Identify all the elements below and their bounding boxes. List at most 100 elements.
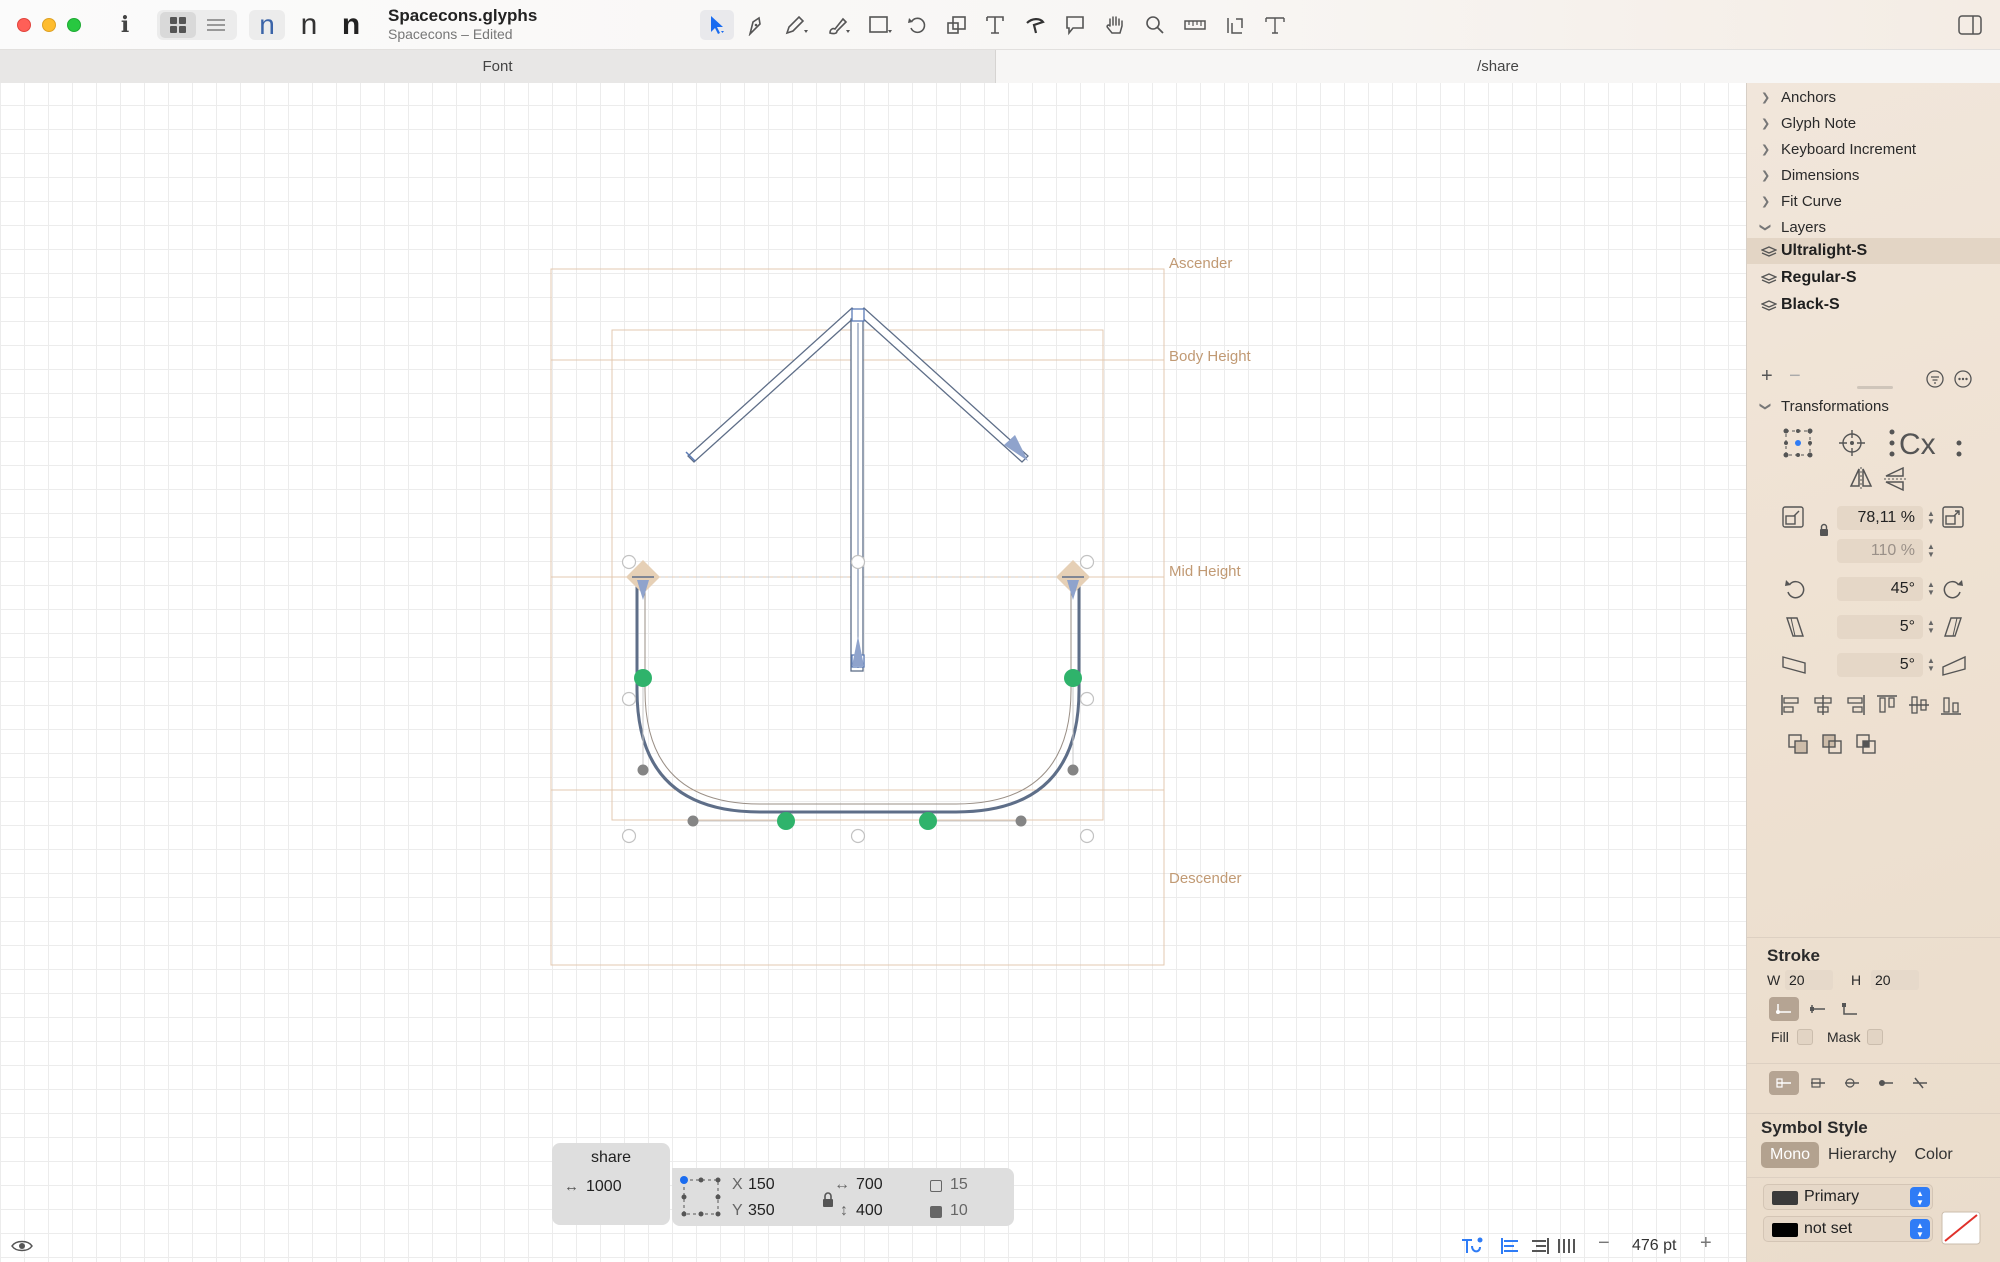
zoom-level[interactable]: 476 pt xyxy=(1632,1237,1676,1255)
lock-icon[interactable] xyxy=(1819,523,1829,537)
y-value[interactable]: 350 xyxy=(748,1202,775,1220)
layer-item-ultralight[interactable]: Ultralight-S xyxy=(1747,238,2000,264)
stroke-position-right-button[interactable] xyxy=(1835,997,1865,1021)
cap-style-square-button[interactable] xyxy=(1803,1071,1833,1095)
union-icon[interactable] xyxy=(1787,733,1809,755)
selection-bounds-origin-icon[interactable] xyxy=(1783,428,1813,458)
weight-preview-bold[interactable]: n xyxy=(334,8,368,42)
section-anchors[interactable]: ❯ Anchors xyxy=(1747,85,2000,109)
scale-down-icon[interactable] xyxy=(1781,505,1805,529)
stroke-position-left-button[interactable] xyxy=(1803,997,1833,1021)
rotate-field[interactable]: 45° xyxy=(1837,577,1923,601)
justify-columns-icon[interactable] xyxy=(1556,1236,1576,1256)
type-tool[interactable] xyxy=(1258,10,1292,40)
section-transformations[interactable]: ❯ Transformations xyxy=(1747,394,2000,418)
zoom-in-button[interactable]: + xyxy=(1700,1232,1712,1255)
intersect-icon[interactable] xyxy=(1855,733,1877,755)
section-glyph-note[interactable]: ❯ Glyph Note xyxy=(1747,111,2000,135)
skew-down-icon[interactable] xyxy=(1781,653,1807,677)
align-left-icon[interactable] xyxy=(1779,693,1803,717)
symbol-mode-hierarchy[interactable]: Hierarchy xyxy=(1819,1142,1905,1168)
remove-layer-button[interactable]: − xyxy=(1789,365,1801,388)
mask-checkbox[interactable] xyxy=(1867,1029,1883,1045)
stroke-width-field[interactable]: 20 xyxy=(1785,970,1833,990)
hand-tool[interactable] xyxy=(1098,10,1132,40)
section-fit-curve[interactable]: ❯ Fit Curve xyxy=(1747,189,2000,213)
align-top-icon[interactable] xyxy=(1875,693,1899,717)
section-dimensions[interactable]: ❯ Dimensions xyxy=(1747,163,2000,187)
zoom-out-button[interactable]: − xyxy=(1598,1232,1610,1255)
secondary-color-popup[interactable]: not set ▲ ▼ xyxy=(1763,1216,1933,1242)
cap-style-butt-button[interactable] xyxy=(1769,1071,1799,1095)
section-layers[interactable]: ❯ Layers xyxy=(1747,215,2000,239)
x-value[interactable]: 150 xyxy=(748,1176,775,1194)
list-view-button[interactable] xyxy=(198,12,234,38)
eye-icon[interactable] xyxy=(10,1238,34,1254)
glyph-width[interactable]: 1000 xyxy=(586,1178,622,1196)
pencil-tool[interactable] xyxy=(780,10,814,40)
scale-vertical-stepper[interactable]: ▲ ▼ xyxy=(1925,540,1937,562)
stroke-height-field[interactable]: 20 xyxy=(1871,970,1919,990)
subtract-icon[interactable] xyxy=(1821,733,1843,755)
symbol-mode-mono[interactable]: Mono xyxy=(1761,1142,1820,1168)
symbol-mode-color[interactable]: Color xyxy=(1906,1142,1962,1168)
stroke-position-center-button[interactable] xyxy=(1769,997,1799,1021)
select-tool[interactable] xyxy=(700,10,734,40)
rotate-stepper[interactable]: ▲ ▼ xyxy=(1925,578,1937,600)
align-left-icon[interactable] xyxy=(1500,1236,1520,1256)
scale-tool[interactable] xyxy=(940,10,974,40)
slant-right-icon[interactable] xyxy=(1941,615,1965,639)
annotation-tool[interactable] xyxy=(1058,10,1092,40)
tab-font[interactable]: Font xyxy=(0,50,996,83)
sidebearing-tool[interactable] xyxy=(1218,10,1252,40)
more-options-icon[interactable] xyxy=(1953,369,1973,389)
mirror-horizontal-icon[interactable] xyxy=(1849,466,1873,492)
zoom-window-button[interactable] xyxy=(67,18,81,32)
toggle-sidebar-button[interactable] xyxy=(1955,12,1985,38)
edit-canvas[interactable]: Ascender Body Height Mid Height Descende… xyxy=(0,83,1746,1262)
align-bottom-icon[interactable] xyxy=(1939,693,1963,717)
align-center-icon[interactable] xyxy=(1811,693,1835,717)
reference-point-icon[interactable] xyxy=(680,1176,722,1218)
align-right-icon[interactable] xyxy=(1530,1236,1550,1256)
scale-up-icon[interactable] xyxy=(1941,505,1965,529)
metrics-origin-icon[interactable]: Cx xyxy=(1889,426,1965,460)
brush-tool[interactable] xyxy=(822,10,856,40)
add-layer-button[interactable]: + xyxy=(1761,365,1773,388)
measurement-tool[interactable] xyxy=(1178,10,1212,40)
smooth-nodes[interactable] xyxy=(634,669,1082,830)
close-window-button[interactable] xyxy=(17,18,31,32)
weight-preview-regular[interactable]: n xyxy=(292,8,326,42)
rotate-tool[interactable] xyxy=(900,10,934,40)
zoom-tool[interactable] xyxy=(1138,10,1172,40)
rectangle-tool[interactable] xyxy=(864,10,898,40)
grid-view-button[interactable] xyxy=(160,12,196,38)
align-right-icon[interactable] xyxy=(1843,693,1867,717)
slant-stepper[interactable]: ▲ ▼ xyxy=(1925,616,1937,638)
filter-icon[interactable] xyxy=(1925,369,1945,389)
crosshair-origin-icon[interactable] xyxy=(1837,428,1867,458)
lock-icon[interactable] xyxy=(822,1192,834,1208)
cap-style-angled-button[interactable] xyxy=(1905,1071,1935,1095)
resize-handle[interactable] xyxy=(1857,386,1893,389)
cap-style-round-button[interactable] xyxy=(1837,1071,1867,1095)
info-button[interactable]: i xyxy=(112,12,138,38)
rotate-cw-icon[interactable] xyxy=(1941,577,1965,601)
text-format-icon[interactable] xyxy=(1460,1236,1484,1256)
primary-color-popup[interactable]: Primary ▲ ▼ xyxy=(1763,1184,1933,1210)
text-tool[interactable] xyxy=(978,10,1012,40)
tab-share[interactable]: /share xyxy=(996,50,2000,83)
fill-checkbox[interactable] xyxy=(1797,1029,1813,1045)
scale-stepper[interactable]: ▲ ▼ xyxy=(1925,507,1937,529)
no-color-well[interactable] xyxy=(1941,1211,1981,1245)
skew-field[interactable]: 5° xyxy=(1837,653,1923,677)
cap-style-round-inset-button[interactable] xyxy=(1871,1071,1901,1095)
scale-vertical-field[interactable]: 110 % xyxy=(1837,539,1923,563)
align-middle-icon[interactable] xyxy=(1907,693,1931,717)
minimize-window-button[interactable] xyxy=(42,18,56,32)
selection-width[interactable]: 700 xyxy=(856,1176,883,1194)
glyph-name[interactable]: share xyxy=(552,1149,670,1167)
selection-height[interactable]: 400 xyxy=(856,1202,883,1220)
scale-field[interactable]: 78,11 % xyxy=(1837,506,1923,530)
layer-item-black[interactable]: Black-S xyxy=(1747,292,2000,318)
